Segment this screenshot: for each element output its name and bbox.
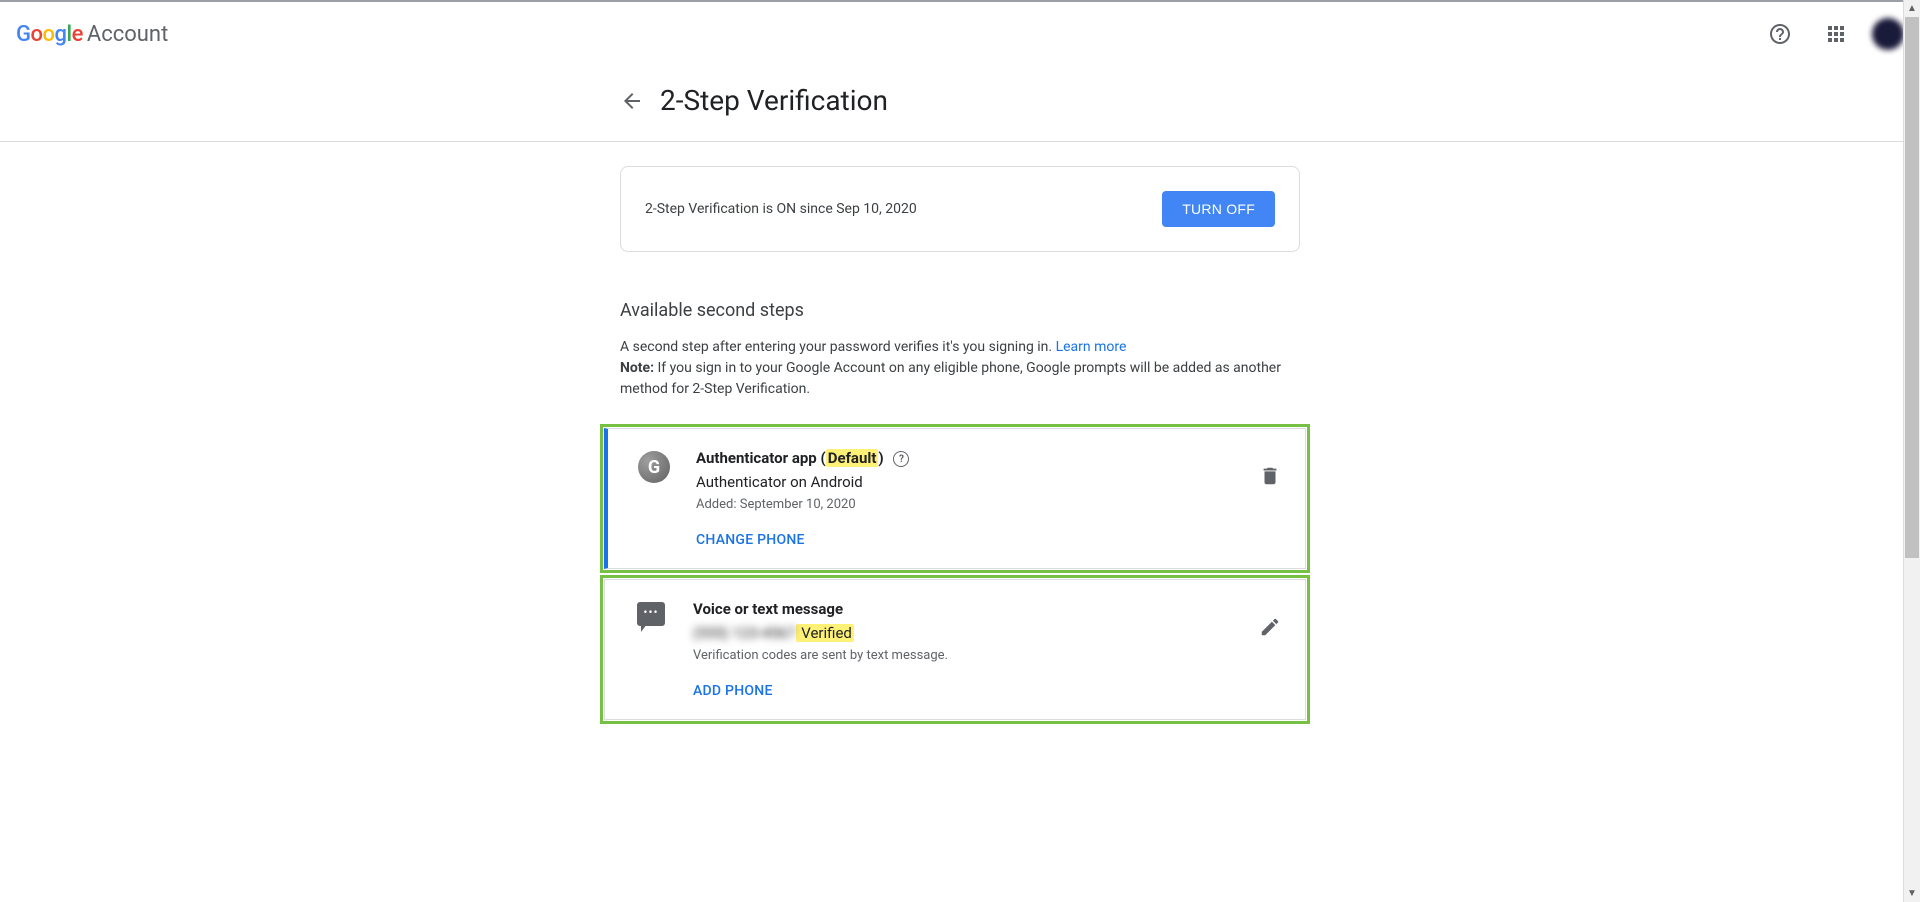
status-text: 2-Step Verification is ON since Sep 10, … (645, 201, 917, 217)
learn-more-link[interactable]: Learn more (1056, 339, 1127, 355)
logo-letter: g (54, 22, 66, 47)
section-heading: Available second steps (620, 300, 1300, 321)
change-phone-button[interactable]: CHANGE PHONE (696, 532, 1281, 548)
main-content: 2-Step Verification is ON since Sep 10, … (620, 142, 1300, 748)
method-title-voice: Voice or text message (693, 600, 1281, 618)
verified-badge: Verified (796, 624, 854, 642)
page-title: 2-Step Verification (660, 84, 888, 117)
help-icon[interactable] (1760, 14, 1800, 54)
method-title-authenticator: Authenticator app (Default) ? (696, 449, 1281, 467)
logo-letter: G (16, 22, 31, 47)
add-phone-button[interactable]: ADD PHONE (693, 683, 1281, 699)
method-card-authenticator: G Authenticator app (Default) ? Authenti… (604, 428, 1306, 569)
highlight-annotation-voice: Voice or text message (555) 123-4567 Ver… (600, 575, 1310, 724)
method-added-date: Added: September 10, 2020 (696, 497, 1281, 512)
authenticator-icon: G (636, 449, 672, 483)
scrollbar-up-arrow[interactable]: ▲ (1904, 0, 1920, 17)
sms-icon (633, 600, 669, 626)
title-prefix: Authenticator app ( (696, 449, 826, 467)
scrollbar-down-arrow[interactable]: ▼ (1904, 885, 1920, 902)
help-tooltip-icon[interactable]: ? (893, 451, 909, 467)
logo-letter: o (31, 22, 43, 47)
note-text: If you sign in to your Google Account on… (620, 360, 1281, 397)
highlight-annotation-authenticator: G Authenticator app (Default) ? Authenti… (600, 424, 1310, 573)
edit-icon[interactable] (1259, 616, 1281, 642)
desc-text: A second step after entering your passwo… (620, 339, 1056, 355)
method-card-voice: Voice or text message (555) 123-4567 Ver… (604, 579, 1306, 720)
note-label: Note: (620, 360, 654, 376)
apps-grid-icon[interactable] (1816, 14, 1856, 54)
turn-off-button[interactable]: TURN OFF (1162, 191, 1275, 227)
delete-icon[interactable] (1259, 465, 1281, 491)
section-description: A second step after entering your passwo… (620, 337, 1300, 400)
google-logo[interactable]: Google (16, 22, 83, 47)
account-label: Account (87, 22, 168, 47)
scrollbar-thumb[interactable] (1905, 17, 1919, 558)
header-left: Google Account (16, 22, 168, 47)
header-right (1760, 14, 1904, 54)
scrollbar[interactable]: ▲ ▼ (1903, 0, 1920, 902)
app-header: Google Account (0, 2, 1920, 66)
page-title-row: 2-Step Verification (620, 66, 1300, 141)
status-card: 2-Step Verification is ON since Sep 10, … (620, 166, 1300, 252)
default-badge: Default (826, 449, 879, 467)
back-arrow-icon[interactable] (620, 89, 644, 113)
phone-number-masked: (555) 123-4567 (693, 624, 796, 642)
user-avatar[interactable] (1872, 18, 1904, 50)
method-subtitle: Authenticator on Android (696, 473, 1281, 491)
method-voice-desc: Verification codes are sent by text mess… (693, 648, 1281, 663)
method-phone-row: (555) 123-4567 Verified (693, 624, 1281, 642)
title-suffix: ) (878, 449, 883, 467)
logo-letter: o (42, 22, 54, 47)
logo-letter: e (72, 22, 83, 47)
